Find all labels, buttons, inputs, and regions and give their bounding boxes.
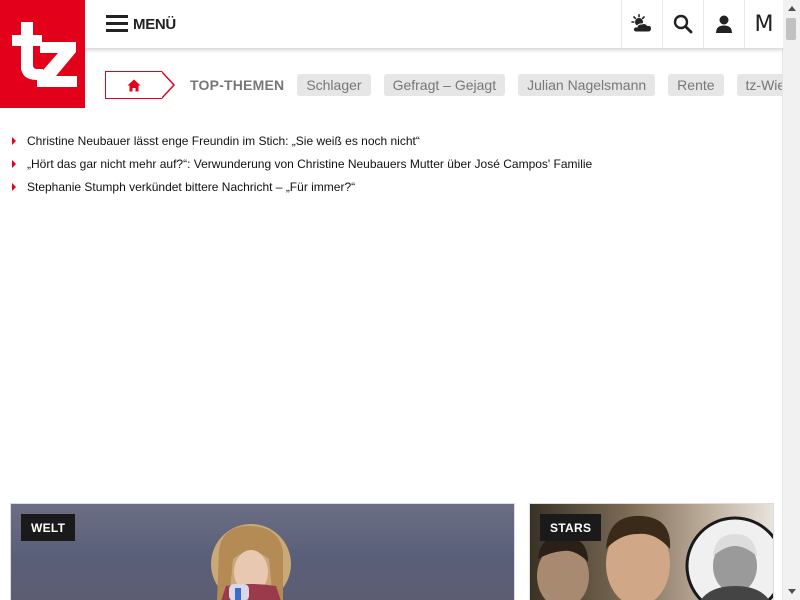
- article-card-stars[interactable]: STARS: [529, 503, 774, 600]
- top-themen-bar: TOP-THEMEN Schlager Gefragt – Gejagt Jul…: [105, 71, 783, 99]
- tz-logo-mark: [11, 22, 77, 87]
- top-themen-label: TOP-THEMEN: [190, 77, 285, 93]
- site-header: MENÜ M: [0, 0, 783, 48]
- headline-link[interactable]: Christine Neubauer lässt enge Freundin i…: [9, 129, 592, 152]
- hamburger-icon: [106, 15, 128, 33]
- scroll-down-arrow-icon[interactable]: [783, 583, 800, 600]
- home-tab[interactable]: [105, 71, 175, 99]
- article-image: [211, 524, 291, 600]
- m-letter: M: [754, 11, 774, 37]
- article-card-welt[interactable]: WELT: [10, 503, 515, 600]
- tz-logo[interactable]: [0, 0, 85, 108]
- user-icon[interactable]: [703, 0, 744, 48]
- category-badge: STARS: [540, 514, 602, 541]
- header-icons: M: [621, 0, 783, 48]
- bullet-triangle-icon: [12, 182, 16, 191]
- scrollbar-thumb[interactable]: [786, 18, 796, 40]
- bullet-triangle-icon: [12, 136, 16, 145]
- headline-text: Stephanie Stumph verkündet bittere Nachr…: [27, 179, 356, 194]
- m-icon[interactable]: M: [744, 0, 783, 48]
- headline-text: Christine Neubauer lässt enge Freundin i…: [27, 133, 420, 148]
- menu-label: MENÜ: [133, 15, 176, 33]
- home-icon: [127, 79, 141, 91]
- bullet-triangle-icon: [12, 159, 16, 168]
- topic-chip[interactable]: Gefragt – Gejagt: [383, 74, 506, 96]
- topic-chip[interactable]: Rente: [668, 74, 724, 96]
- weather-icon[interactable]: [621, 0, 662, 48]
- page: MENÜ M TOP-THEMEN Schlager Gefragt – Gej…: [0, 0, 783, 600]
- headline-text: „Hört das gar nicht mehr auf?“: Verwunde…: [27, 156, 593, 171]
- scroll-up-arrow-icon[interactable]: [783, 0, 800, 17]
- headline-list: Christine Neubauer lässt enge Freundin i…: [9, 129, 592, 198]
- category-badge: WELT: [21, 514, 76, 541]
- menu-button[interactable]: MENÜ: [106, 12, 176, 36]
- search-icon[interactable]: [662, 0, 703, 48]
- headline-link[interactable]: „Hört das gar nicht mehr auf?“: Verwunde…: [9, 152, 592, 175]
- topic-chip[interactable]: tz-Wiesn: [736, 74, 783, 96]
- topic-chip[interactable]: Julian Nagelsmann: [518, 74, 656, 96]
- headline-link[interactable]: Stephanie Stumph verkündet bittere Nachr…: [9, 175, 592, 198]
- topic-chip[interactable]: Schlager: [297, 74, 371, 96]
- vertical-scrollbar[interactable]: [782, 0, 800, 600]
